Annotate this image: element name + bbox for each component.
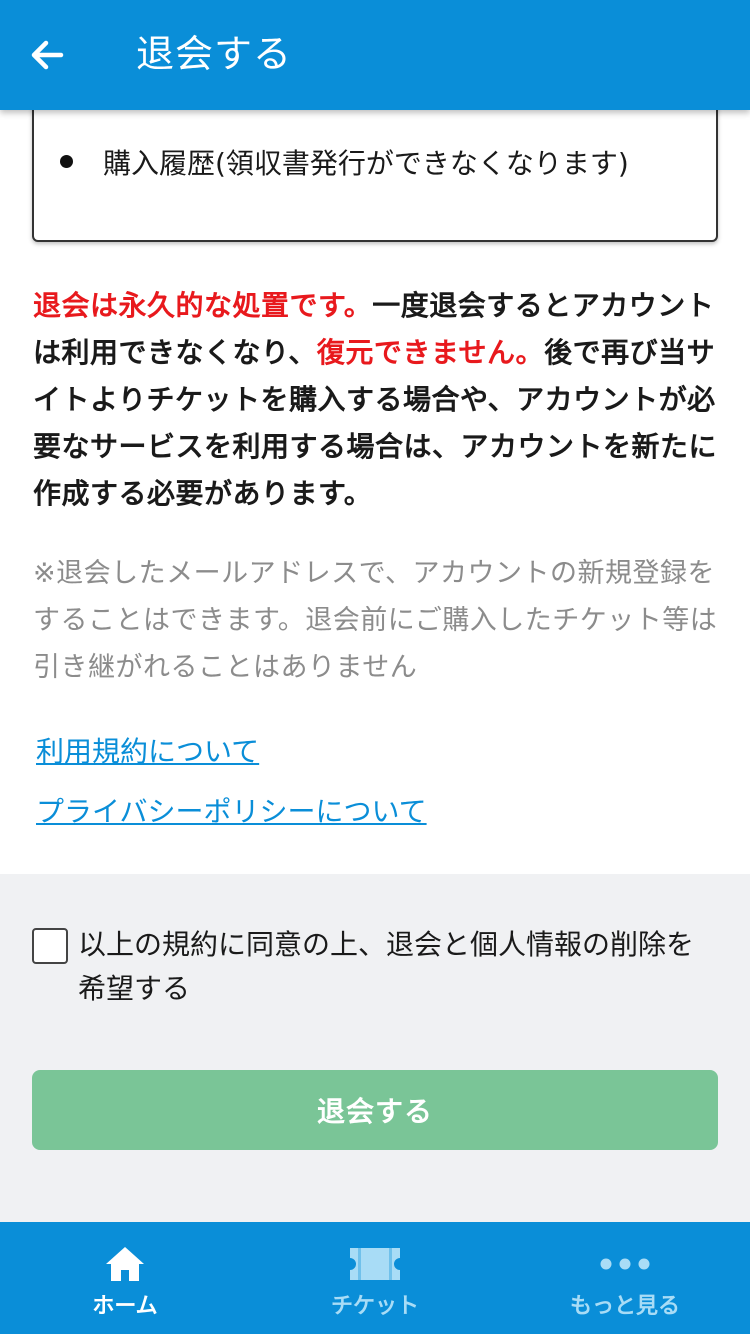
nav-label-home: ホーム <box>92 1294 158 1319</box>
home-icon <box>95 1242 155 1286</box>
more-dots-icon <box>595 1242 655 1286</box>
arrow-left-icon <box>31 40 64 70</box>
bottom-nav: ホーム チケット もっと見る <box>0 1222 750 1334</box>
nav-item-more[interactable]: もっと見る <box>500 1222 750 1334</box>
agreement-section: 以上の規約に同意の上、退会と個人情報の削除を希望する 退会する <box>0 874 750 1224</box>
withdraw-button[interactable]: 退会する <box>32 1070 718 1150</box>
nav-item-ticket[interactable]: チケット <box>250 1222 500 1334</box>
back-button[interactable] <box>22 30 72 80</box>
page-title: 退会する <box>136 32 293 76</box>
no-restore-warning: 復元できません。 <box>316 336 545 369</box>
ticket-icon <box>345 1242 405 1286</box>
list-item: 購入履歴(領収書発行ができなくなります) <box>60 144 629 184</box>
permanent-warning: 退会は永久的な処置です。 <box>33 289 373 322</box>
nav-item-home[interactable]: ホーム <box>0 1222 250 1334</box>
withdrawal-notice: 退会は永久的な処置です。一度退会するとアカウントは利用できなくなり、復元できませ… <box>33 282 719 517</box>
terms-link[interactable]: 利用規約について <box>36 732 259 772</box>
bullet-icon <box>60 154 73 168</box>
agree-checkbox[interactable] <box>32 928 68 964</box>
app-header: 退会する <box>0 0 750 110</box>
lost-items-card: 購入履歴(領収書発行ができなくなります) <box>32 100 718 242</box>
privacy-policy-link[interactable]: プライバシーポリシーについて <box>36 792 427 832</box>
nav-label-more: もっと見る <box>569 1294 680 1319</box>
nav-label-ticket: チケット <box>330 1294 419 1319</box>
list-item-label: 購入履歴(領収書発行ができなくなります) <box>103 147 629 180</box>
agreement-row[interactable]: 以上の規約に同意の上、退会と個人情報の削除を希望する <box>32 926 722 1011</box>
withdrawal-note: ※退会したメールアドレスで、アカウントの新規登録をすることはできます。退会前にご… <box>33 558 718 683</box>
agree-label[interactable]: 以上の規約に同意の上、退会と個人情報の削除を希望する <box>78 923 708 1011</box>
